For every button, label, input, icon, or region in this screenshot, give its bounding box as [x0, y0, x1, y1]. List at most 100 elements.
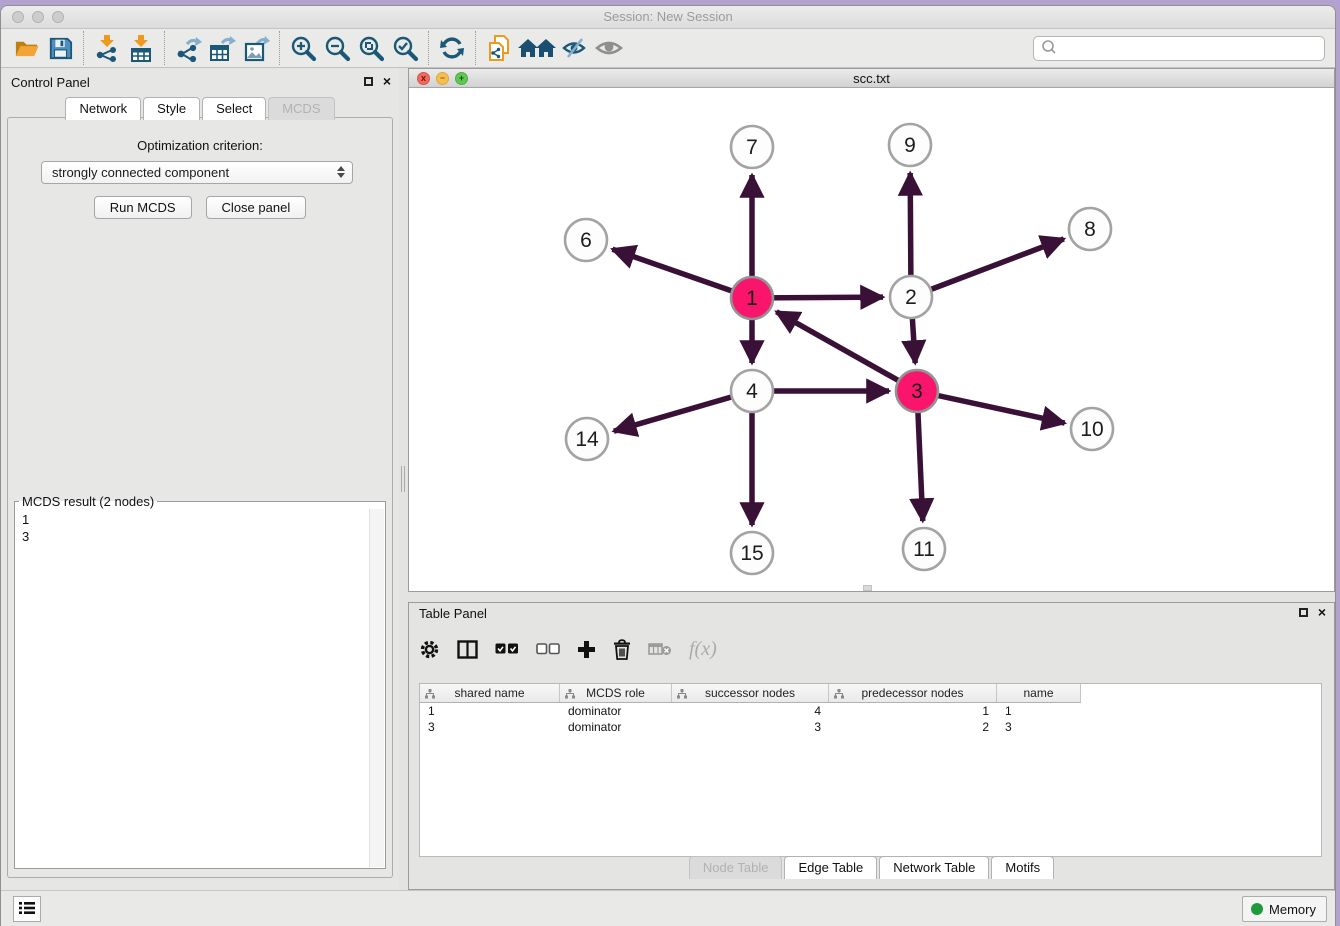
graph-node-7[interactable]: 7: [731, 126, 773, 168]
close-panel-button[interactable]: Close panel: [206, 196, 307, 219]
column-header-successor-nodes[interactable]: successor nodes: [672, 684, 829, 703]
network-resize-grip[interactable]: [863, 585, 872, 591]
control-panel-tabs: NetworkStyleSelectMCDS: [1, 97, 399, 120]
open-session-icon[interactable]: [9, 33, 43, 63]
network-graph[interactable]: 1 2 3 4 6 7 8 9 10 11 14 15: [409, 88, 1334, 592]
table-row[interactable]: 3dominator323: [420, 719, 1321, 735]
graph-edge-3-1[interactable]: [776, 312, 917, 391]
table-cell[interactable]: dominator: [560, 703, 672, 719]
result-scrollbar[interactable]: [369, 509, 384, 867]
graph-node-label: 10: [1080, 418, 1103, 441]
copy-network-icon[interactable]: [482, 33, 516, 63]
tab-select[interactable]: Select: [202, 97, 266, 120]
network-canvas[interactable]: 1 2 3 4 6 7 8 9 10 11 14 15: [409, 88, 1334, 591]
node-table[interactable]: shared name MCDS role successor nodesprede…: [419, 683, 1322, 857]
graph-node-6[interactable]: 6: [565, 219, 607, 261]
table-panel-header: Table Panel ×: [409, 603, 1334, 625]
column-header-label: shared name: [454, 686, 524, 700]
app-window: Session: New Session: [0, 5, 1336, 926]
tab-mcds[interactable]: MCDS: [268, 97, 334, 120]
table-cell[interactable]: 4: [672, 703, 829, 719]
graph-node-label: 11: [913, 538, 935, 561]
graph-edge-3-10[interactable]: [917, 391, 1065, 423]
column-header-MCDS-role[interactable]: MCDS role: [560, 684, 672, 703]
graph-node-9[interactable]: 9: [889, 124, 931, 166]
table-cell[interactable]: 3: [672, 719, 829, 735]
zoom-fit-icon[interactable]: [354, 33, 388, 63]
panel-split-divider[interactable]: [399, 68, 408, 890]
zoom-selected-icon[interactable]: [388, 33, 422, 63]
table-cell[interactable]: 2: [829, 719, 997, 735]
table-cell[interactable]: 3: [997, 719, 1081, 735]
graph-node-3[interactable]: 3: [896, 370, 938, 412]
memory-label: Memory: [1269, 902, 1316, 917]
column-header-label: name: [1023, 686, 1053, 700]
show-eye-icon[interactable]: [592, 33, 626, 63]
tab-motifs[interactable]: Motifs: [991, 856, 1054, 879]
delete-row-icon[interactable]: [613, 639, 631, 660]
graph-node-4[interactable]: 4: [731, 370, 773, 412]
add-row-icon[interactable]: [577, 640, 596, 659]
select-all-checks-icon[interactable]: [495, 643, 519, 655]
memory-button[interactable]: Memory: [1242, 896, 1327, 922]
import-network-icon[interactable]: [90, 33, 124, 63]
deselect-all-checks-icon[interactable]: [536, 643, 560, 655]
tab-style[interactable]: Style: [143, 97, 200, 120]
graph-node-2[interactable]: 2: [890, 276, 932, 318]
tab-node-table[interactable]: Node Table: [689, 856, 783, 879]
table-cell[interactable]: 3: [420, 719, 560, 735]
refresh-icon[interactable]: [435, 33, 469, 63]
close-panel-icon[interactable]: ×: [383, 75, 391, 87]
toggle-columns-icon[interactable]: [457, 640, 478, 659]
save-session-icon[interactable]: [43, 33, 77, 63]
column-header-name[interactable]: name: [997, 684, 1081, 703]
run-mcds-button[interactable]: Run MCDS: [94, 196, 192, 219]
optimization-criterion-select[interactable]: strongly connected component: [41, 161, 353, 184]
import-table-icon[interactable]: [124, 33, 158, 63]
control-panel-title: Control Panel: [11, 75, 90, 90]
graph-edge-2-8[interactable]: [911, 239, 1064, 297]
zoom-out-icon[interactable]: [320, 33, 354, 63]
search-input[interactable]: [1058, 39, 1324, 59]
divider-grip[interactable]: [401, 466, 405, 492]
float-panel-icon[interactable]: [364, 77, 373, 86]
table-cell[interactable]: 1: [997, 703, 1081, 719]
hide-eye-icon[interactable]: [558, 33, 592, 63]
column-header-predecessor-nodes[interactable]: predecessor nodes: [829, 684, 997, 703]
task-history-button[interactable]: [13, 896, 41, 922]
graph-node-14[interactable]: 14: [566, 418, 608, 460]
column-sort-icon: [565, 688, 575, 702]
tab-network-table[interactable]: Network Table: [879, 856, 989, 879]
column-header-shared-name[interactable]: shared name: [420, 684, 560, 703]
table-header-row: shared name MCDS role successor nodesprede…: [420, 684, 1321, 703]
network-window-titlebar: x − + scc.txt: [409, 69, 1334, 88]
graph-node-15[interactable]: 15: [731, 532, 773, 574]
memory-status-icon: [1251, 903, 1263, 915]
tab-network[interactable]: Network: [65, 97, 141, 120]
column-header-label: MCDS role: [586, 686, 645, 700]
tab-edge-table[interactable]: Edge Table: [784, 856, 877, 879]
graph-node-label: 8: [1084, 218, 1096, 241]
close-table-panel-icon[interactable]: ×: [1318, 606, 1326, 618]
graph-node-label: 1: [746, 287, 758, 310]
home-icon[interactable]: [516, 33, 558, 63]
mcds-result-box: MCDS result (2 nodes) 13: [14, 494, 386, 869]
table-toolbar: f(x): [419, 629, 717, 669]
table-cell[interactable]: 1: [829, 703, 997, 719]
zoom-in-icon[interactable]: [286, 33, 320, 63]
graph-node-1[interactable]: 1: [731, 277, 773, 319]
export-image-icon[interactable]: [239, 33, 273, 63]
graph-node-label: 4: [746, 380, 758, 403]
table-row[interactable]: 1dominator411: [420, 703, 1321, 719]
settings-gear-icon[interactable]: [419, 639, 440, 660]
table-cell[interactable]: 1: [420, 703, 560, 719]
table-cell[interactable]: dominator: [560, 719, 672, 735]
graph-node-8[interactable]: 8: [1069, 208, 1111, 250]
export-table-icon[interactable]: [205, 33, 239, 63]
float-table-panel-icon[interactable]: [1299, 608, 1308, 617]
task-list-icon: [19, 901, 35, 918]
graph-node-11[interactable]: 11: [903, 528, 945, 570]
graph-node-10[interactable]: 10: [1071, 408, 1113, 450]
column-sort-icon: [425, 688, 435, 702]
export-network-icon[interactable]: [171, 33, 205, 63]
